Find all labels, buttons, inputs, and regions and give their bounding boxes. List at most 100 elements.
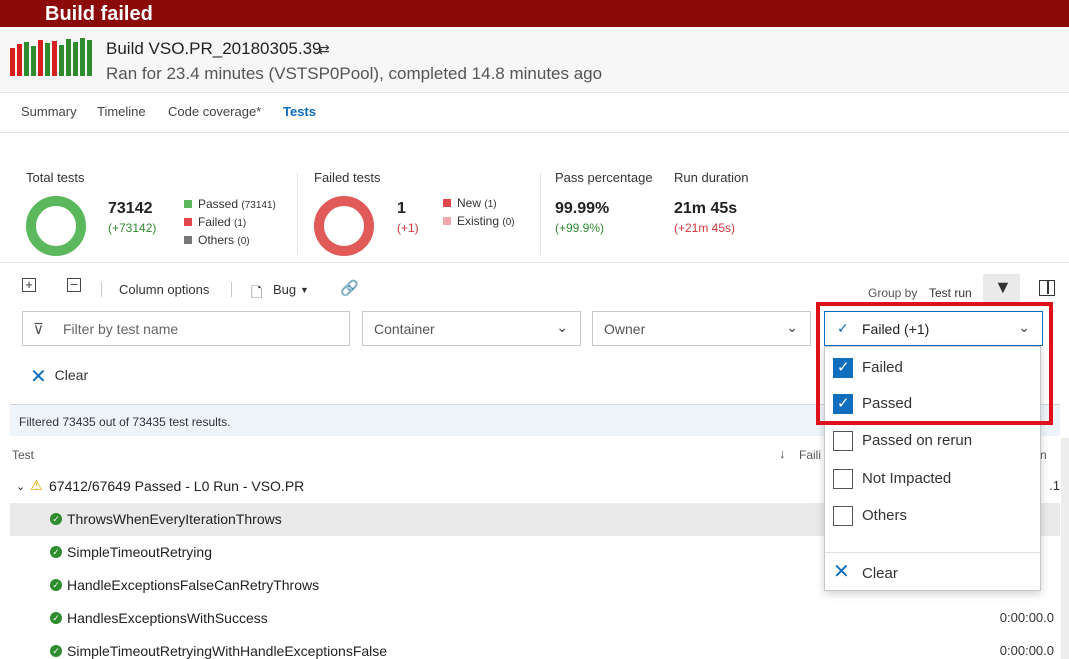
chevron-down-icon[interactable]: ⌄ [16, 480, 25, 493]
close-icon: ✕ [833, 561, 850, 583]
table-row[interactable]: ✓ SimpleTimeoutRetryingWithHandleExcepti… [10, 635, 1060, 659]
run-duration-label: Run duration [674, 170, 749, 185]
legend-failed: Failed (1) [184, 215, 246, 229]
legend-new: New (1) [443, 196, 497, 210]
bug-icon: 🗋 [251, 284, 263, 300]
container-filter-dropdown[interactable]: Container ⌄ [362, 311, 581, 346]
pass-percentage-delta: (+99.9%) [555, 221, 605, 235]
owner-filter-label: Owner [604, 321, 646, 337]
outcome-option-failed[interactable]: Failed [831, 352, 1031, 384]
total-tests-label: Total tests [26, 170, 85, 185]
toolbar-divider [101, 282, 102, 297]
tab-summary[interactable]: Summary [21, 104, 77, 119]
filtered-results-text: Filtered 73435 out of 73435 test results… [19, 415, 231, 429]
outcome-option-not-impacted[interactable]: Not Impacted [831, 463, 1031, 495]
test-name: SimpleTimeoutRetryingWithHandleException… [67, 643, 388, 659]
checkbox-icon[interactable] [833, 506, 853, 526]
sort-down-arrow-icon[interactable]: ↓ [779, 446, 786, 461]
column-header-failing[interactable]: Faili [799, 448, 821, 462]
chevron-down-icon: ⌄ [786, 319, 798, 335]
owner-filter-dropdown[interactable]: Owner ⌄ [592, 311, 811, 346]
column-options-button[interactable]: Column options [119, 282, 209, 297]
warning-icon: ⚠ [30, 477, 43, 493]
test-name-filter-input[interactable]: ⊽ Filter by test name [22, 311, 350, 346]
legend-existing-count: (0) [502, 217, 515, 228]
legend-failed-swatch [184, 218, 192, 226]
column-header-duration[interactable]: n [1040, 448, 1047, 462]
table-row[interactable]: ✓ HandlesExceptionsWithSuccess 0:00:00.0 [10, 602, 1060, 635]
test-summary: Total tests 73142 (+73142) Passed (73141… [0, 133, 1069, 263]
build-header: Build VSO.PR_20180305.39 ⇄ Ran for 23.4 … [0, 27, 1069, 93]
legend-new-label: New [457, 196, 482, 210]
outcome-option-label: Failed [862, 359, 903, 376]
build-title: Build VSO.PR_20180305.39 [106, 39, 322, 58]
checkbox-checked-icon[interactable] [833, 394, 853, 414]
expand-all-icon[interactable]: + [22, 278, 36, 292]
legend-others-swatch [184, 236, 192, 244]
group-by-label: Group by [868, 286, 918, 300]
details-pane-icon[interactable] [1039, 280, 1055, 296]
outcome-option-passed[interactable]: Passed [831, 388, 1031, 420]
legend-failed-label: Failed [198, 215, 231, 229]
chevron-down-icon: ⌄ [556, 319, 568, 335]
build-history-bars-icon[interactable] [10, 38, 96, 76]
legend-existing-swatch [443, 217, 451, 225]
tab-code-coverage[interactable]: Code coverage* [168, 104, 261, 119]
row-duration-partial: .1 [1049, 478, 1060, 493]
filter-toggle-button[interactable]: ▼ [983, 274, 1020, 304]
test-name: HandlesExceptionsWithSuccess [67, 610, 268, 626]
legend-others: Others (0) [184, 233, 250, 247]
outcome-option-label: Passed on rerun [862, 432, 973, 449]
outcome-option-label: Others [862, 507, 908, 524]
outcome-option-label: Not Impacted [862, 470, 952, 487]
outcome-option-others[interactable]: Others [831, 500, 1031, 532]
dropdown-divider [825, 552, 1040, 553]
results-toolbar: + − Column options 🗋 Bug ▼ 🔗 Group by Te… [0, 274, 1069, 304]
outcome-clear-label: Clear [862, 565, 898, 582]
checkbox-icon[interactable] [833, 431, 853, 451]
tab-timeline[interactable]: Timeline [97, 104, 146, 119]
test-duration: 0:00:00.0 [999, 643, 1054, 658]
build-status-title: Build failed [45, 3, 153, 25]
passed-check-icon: ✓ [50, 645, 62, 657]
run-duration-value: 21m 45s [674, 200, 738, 217]
passed-check-icon: ✓ [50, 612, 62, 624]
run-duration-delta: (+21m 45s) [674, 221, 736, 235]
clear-filters-button[interactable]: ✕ Clear [30, 364, 88, 389]
bug-dropdown-caret-icon[interactable]: ▼ [300, 285, 309, 295]
outcome-dropdown-panel: Failed Passed Passed on rerun Not Impact… [824, 346, 1041, 591]
checkbox-checked-icon[interactable] [833, 358, 853, 378]
outcome-option-passed-on-rerun[interactable]: Passed on rerun [831, 425, 1031, 457]
results-scrollbar[interactable] [1061, 438, 1069, 659]
bug-button[interactable]: Bug [273, 282, 296, 297]
container-filter-label: Container [374, 321, 435, 337]
pass-percentage-value: 99.99% [555, 200, 610, 217]
column-header-test[interactable]: Test [12, 448, 34, 462]
chevron-down-icon: ⌄ [1018, 319, 1030, 335]
passed-check-icon: ✓ [50, 513, 62, 525]
passed-check-icon: ✓ [50, 579, 62, 591]
tab-tests[interactable]: Tests [283, 104, 316, 119]
outcome-clear-button[interactable]: ✕ Clear [831, 558, 1031, 590]
link-icon[interactable]: 🔗 [340, 279, 359, 297]
total-tests-delta: (+73142) [108, 221, 157, 235]
close-icon: ✕ [30, 366, 47, 388]
checkbox-icon[interactable] [833, 469, 853, 489]
outcome-filter-dropdown[interactable]: ✓ Failed (+1) ⌄ [824, 311, 1043, 346]
details-pane-divider [1047, 281, 1049, 294]
test-name: SimpleTimeoutRetrying [67, 544, 212, 560]
toolbar-divider [231, 282, 232, 297]
legend-passed-swatch [184, 200, 192, 208]
summary-divider [297, 173, 298, 255]
failed-tests-donut [314, 196, 374, 256]
group-by-dropdown[interactable]: Test run [929, 286, 972, 300]
failed-tests-label: Failed tests [314, 170, 381, 185]
test-duration: 0:00:00.0 [999, 610, 1054, 625]
git-pull-request-icon: ⇄ [318, 41, 330, 57]
build-subtitle: Ran for 23.4 minutes (VSTSP0Pool), compl… [106, 64, 603, 83]
legend-passed-label: Passed [198, 197, 239, 211]
legend-existing: Existing (0) [443, 214, 515, 228]
passed-check-icon: ✓ [50, 546, 62, 558]
collapse-all-icon[interactable]: − [67, 278, 81, 292]
failed-tests-value: 1 [397, 200, 406, 217]
